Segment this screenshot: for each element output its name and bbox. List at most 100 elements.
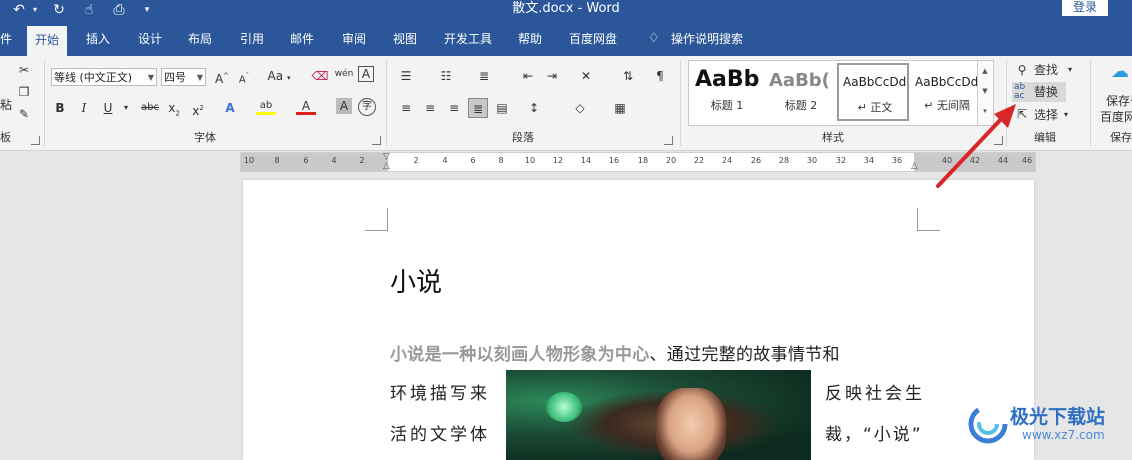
tab-file[interactable]: 件 — [0, 20, 12, 56]
document-page[interactable]: 小说 小说是一种以刻画人物形象为中心、通过完整的故事情节和 环境描写来 反映社会… — [243, 180, 1034, 460]
enclose-characters-icon[interactable]: 字 — [358, 98, 376, 116]
inline-photo[interactable] — [506, 370, 811, 460]
ruler-number: 10 — [524, 156, 536, 165]
cut-icon[interactable]: ✂ — [14, 60, 34, 80]
tab-layout[interactable]: 布局 — [188, 20, 212, 56]
clear-formatting-icon[interactable]: ⌫ — [310, 66, 330, 86]
subscript-icon[interactable]: x2 — [164, 98, 184, 118]
chinese-layout-icon[interactable]: ✕ — [576, 66, 596, 86]
superscript-icon[interactable]: x2 — [188, 98, 208, 118]
replace-label: 替换 — [1034, 85, 1059, 99]
increase-indent-icon[interactable]: ⇥ — [542, 66, 562, 86]
style-heading-2[interactable]: AaBb( 标题 2 — [765, 63, 837, 121]
decrease-indent-icon[interactable]: ⇤ — [518, 66, 538, 86]
highlight-icon[interactable]: ab — [256, 96, 276, 115]
character-border-icon[interactable]: A — [358, 66, 374, 82]
tab-developer[interactable]: 开发工具 — [444, 20, 492, 56]
paragraph-launcher-icon[interactable] — [664, 136, 673, 145]
paste-button-label[interactable]: 粘 — [0, 96, 12, 114]
distributed-icon[interactable]: ▤ — [492, 98, 512, 118]
underline-icon[interactable]: U — [98, 98, 118, 118]
tab-home[interactable]: 开始 — [27, 26, 68, 56]
font-group-label: 字体 — [194, 131, 216, 144]
find-dropdown-icon[interactable]: ▾ — [1068, 61, 1072, 79]
emphasized-text: 小说是一种以刻画人物形象为中心 — [390, 345, 650, 365]
baidu-netdisk-icon[interactable]: ☁ — [1110, 62, 1130, 82]
justify-icon[interactable]: ≣ — [468, 98, 488, 118]
find-button[interactable]: 查找 — [1034, 61, 1058, 79]
clipboard-group-label: 板 — [0, 131, 11, 144]
tab-mailings[interactable]: 邮件 — [290, 20, 314, 56]
grow-font-icon[interactable]: A^ — [212, 66, 232, 86]
font-size-value: 四号 — [164, 71, 186, 84]
save-to-baidu-line2[interactable]: 百度网 — [1100, 108, 1132, 126]
tab-references[interactable]: 引用 — [240, 20, 264, 56]
style-sample: AaBb( — [769, 70, 830, 91]
photo-lamp — [546, 392, 582, 422]
font-color-icon[interactable]: A — [296, 96, 316, 115]
bullets-icon[interactable]: ☰ — [396, 66, 416, 86]
photo-portrait — [656, 388, 726, 460]
watermark-swirl-icon — [968, 404, 1008, 444]
chevron-down-icon: ▼ — [196, 73, 203, 82]
line-spacing-icon[interactable]: ↕ — [524, 98, 544, 118]
style-normal[interactable]: AaBbCcDd ↵ 正文 — [837, 63, 909, 121]
font-size-combo[interactable]: 四号 ▼ — [161, 68, 206, 86]
tab-view[interactable]: 视图 — [393, 20, 417, 56]
right-indent-marker-icon[interactable]: △ — [911, 161, 918, 171]
login-button[interactable]: 登录 — [1062, 0, 1108, 16]
document-heading[interactable]: 小说 — [390, 262, 442, 299]
paragraph-line-2-right[interactable]: 反映社会生 — [825, 379, 925, 404]
replace-button[interactable]: ab ac 替换 — [1012, 82, 1066, 102]
bold-icon[interactable]: B — [50, 98, 70, 118]
save-group-label: 保存 — [1110, 131, 1132, 144]
align-center-icon[interactable]: ≡ — [420, 98, 440, 118]
shading-icon[interactable]: ◇ — [570, 98, 590, 118]
numbering-icon[interactable]: ☷ — [436, 66, 456, 86]
paragraph-line-2-left[interactable]: 环境描写来 — [390, 379, 490, 404]
tab-design[interactable]: 设计 — [138, 20, 162, 56]
strikethrough-icon[interactable]: abc — [138, 98, 162, 118]
document-title: 散文.docx - Word — [512, 1, 620, 16]
underline-dropdown-icon[interactable]: ▾ — [116, 98, 136, 118]
font-name-combo[interactable]: 等线 (中文正文) ▼ — [51, 68, 157, 86]
sort-icon[interactable]: ⇅ — [618, 66, 638, 86]
format-painter-icon[interactable]: ✎ — [14, 104, 34, 124]
phonetic-guide-icon[interactable]: wén — [334, 64, 354, 84]
shrink-font-icon[interactable]: Aˇ — [234, 66, 254, 86]
select-dropdown-icon[interactable]: ▾ — [1064, 106, 1068, 124]
margin-corner-mark — [365, 208, 388, 231]
text-effects-icon[interactable]: A — [220, 98, 240, 118]
select-button[interactable]: 选择 — [1034, 106, 1058, 124]
character-shading-icon[interactable]: A — [336, 98, 352, 114]
horizontal-ruler[interactable]: 10 8 6 4 2 ▽ △ 2 4 6 8 10 12 14 16 18 20 … — [240, 152, 1036, 172]
chevron-down-icon: ▼ — [147, 73, 154, 82]
borders-icon[interactable]: ▦ — [610, 98, 630, 118]
clipboard-launcher-icon[interactable] — [31, 136, 40, 145]
watermark-logo: 极光下载站 www.xz7.com — [966, 396, 1132, 455]
indent-marker-icon[interactable]: ▽ △ — [383, 153, 390, 171]
watermark-url: www.xz7.com — [1022, 428, 1105, 442]
ruler-number: 8 — [274, 156, 280, 165]
paragraph-line-1[interactable]: 小说是一种以刻画人物形象为中心、通过完整的故事情节和 — [390, 340, 840, 365]
tell-me-search[interactable]: 操作说明搜索 — [671, 20, 743, 56]
align-left-icon[interactable]: ≡ — [396, 98, 416, 118]
tab-review[interactable]: 审阅 — [342, 20, 366, 56]
show-marks-icon[interactable]: ¶ — [650, 66, 670, 86]
change-case-glyph: Aa — [267, 69, 284, 83]
paragraph-line-3-right[interactable]: 裁，“小说” — [825, 420, 923, 445]
tab-insert[interactable]: 插入 — [86, 20, 110, 56]
font-launcher-icon[interactable] — [372, 136, 381, 145]
tab-help[interactable]: 帮助 — [518, 20, 542, 56]
styles-group-label: 样式 — [822, 131, 844, 144]
red-arrow-annotation — [936, 104, 1016, 188]
copy-icon[interactable]: ❐ — [14, 82, 34, 102]
style-heading-1[interactable]: AaBb 标题 1 — [691, 63, 763, 121]
change-case-icon[interactable]: Aa ▾ — [264, 66, 294, 86]
multilevel-list-icon[interactable]: ≣ — [474, 66, 494, 86]
paragraph-line-3-left[interactable]: 活的文学体 — [390, 420, 490, 445]
align-right-icon[interactable]: ≡ — [444, 98, 464, 118]
tab-baidu-netdisk[interactable]: 百度网盘 — [569, 20, 617, 56]
italic-icon[interactable]: I — [74, 98, 94, 118]
ruler-number: 2 — [413, 156, 419, 165]
